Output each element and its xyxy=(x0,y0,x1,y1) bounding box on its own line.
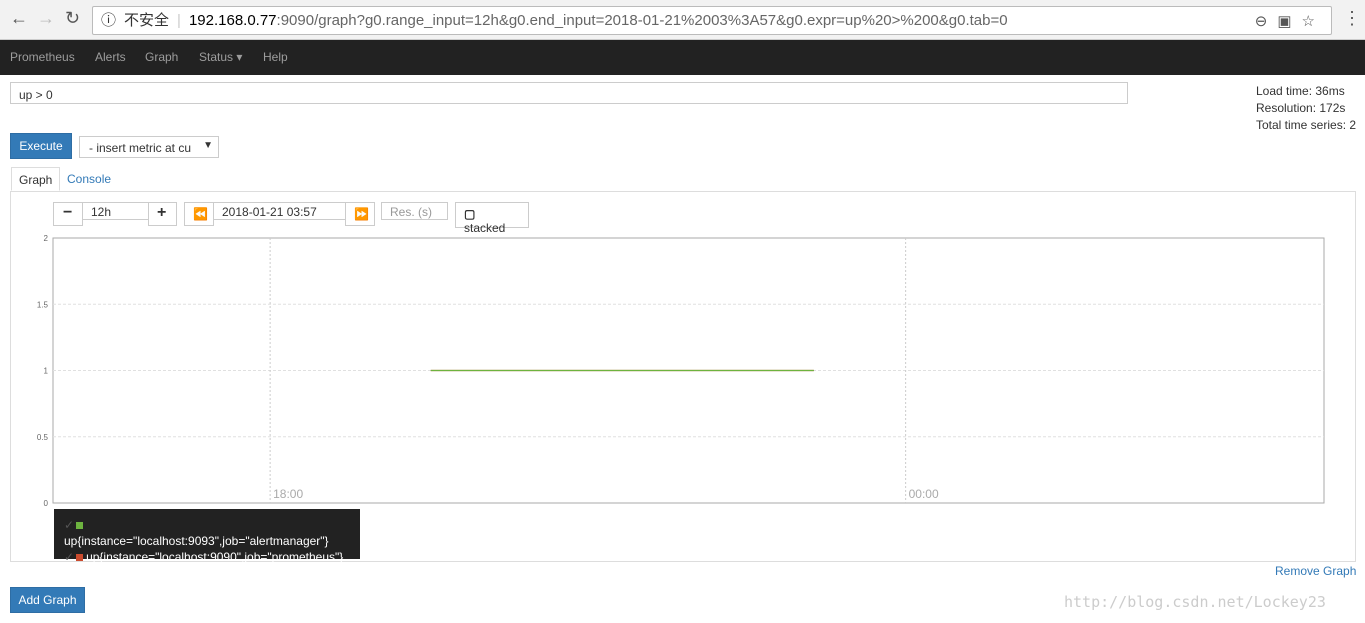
legend-item[interactable]: ✓up{instance="localhost:9093",job="alert… xyxy=(64,517,350,549)
x-tick-label: 18:00 xyxy=(273,487,303,501)
y-tick-label: 1 xyxy=(44,367,49,376)
tab-graph[interactable]: Graph xyxy=(11,167,61,191)
legend-label: up{instance="localhost:9093",job="alertm… xyxy=(64,534,329,548)
legend-item[interactable]: ✓ up{instance="localhost:9090",job="prome… xyxy=(64,549,350,565)
y-tick-label: 0 xyxy=(44,499,49,508)
remove-graph-link[interactable]: Remove Graph xyxy=(1275,564,1356,578)
legend-swatch xyxy=(76,522,84,529)
add-graph-button[interactable]: Add Graph xyxy=(10,587,85,613)
legend-label: up{instance="localhost:9090",job="promet… xyxy=(86,550,344,564)
y-tick-label: 0.5 xyxy=(37,433,49,442)
x-tick-label: 00:00 xyxy=(909,487,939,501)
y-tick-label: 1.5 xyxy=(37,300,49,309)
y-tick-label: 2 xyxy=(44,234,49,243)
legend-swatch xyxy=(76,554,84,561)
watermark: http://blog.csdn.net/Lockey23 xyxy=(1064,593,1326,611)
legend: ✓up{instance="localhost:9093",job="alert… xyxy=(54,509,360,564)
